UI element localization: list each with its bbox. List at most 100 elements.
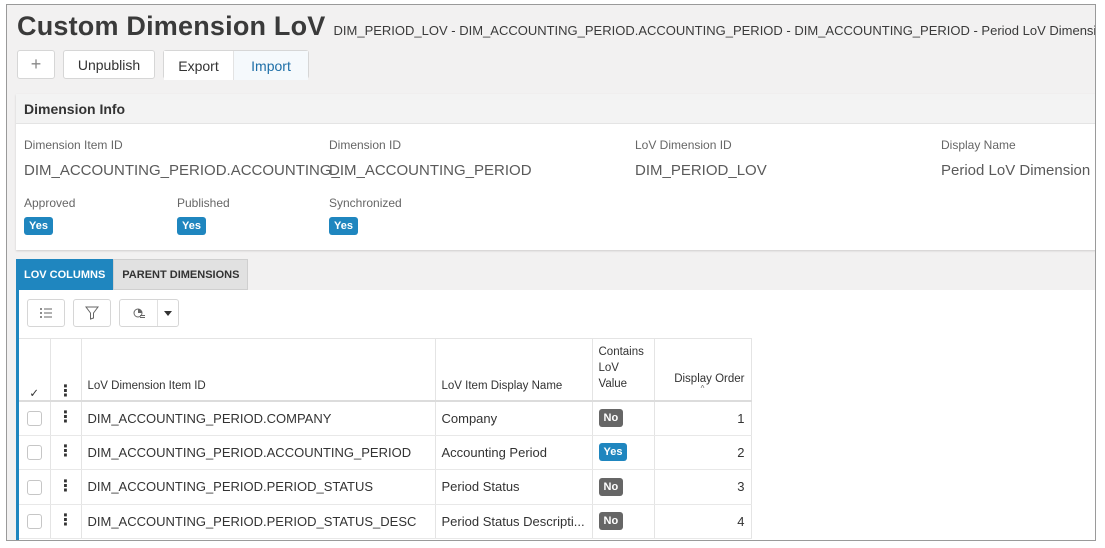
- record-selector[interactable]: DIM_PERIOD_LOV - DIM_ACCOUNTING_PERIOD.A…: [334, 23, 1095, 38]
- row-select-cell: [19, 504, 51, 539]
- page-title: Custom Dimension LoV: [17, 11, 326, 41]
- status-badge: Yes: [598, 443, 628, 462]
- field-display-name: Display Name Period LoV Dimension: [941, 138, 1090, 179]
- flag-label: Published: [177, 196, 230, 210]
- flag-approved: Approved Yes: [24, 196, 75, 235]
- table-row[interactable]: ⋮ DIM_ACCOUNTING_PERIOD.PERIOD_STATUS Pe…: [19, 469, 752, 505]
- table-row[interactable]: ⋮ DIM_ACCOUNTING_PERIOD.COMPANY Company …: [19, 400, 752, 436]
- cell-item-id: DIM_ACCOUNTING_PERIOD.PERIOD_STATUS: [81, 469, 436, 505]
- cell-order: 4: [654, 504, 752, 539]
- group-by-split-button: [119, 299, 179, 327]
- kebab-icon: ⋮: [57, 382, 74, 400]
- export-import-group: Export Import: [163, 50, 309, 80]
- grid-toolbar: [27, 299, 179, 327]
- kebab-icon[interactable]: ⋮: [58, 512, 74, 529]
- header-line: Contains: [598, 345, 644, 358]
- column-header-display-name[interactable]: LoV Item Display Name: [435, 338, 593, 402]
- column-chooser-button[interactable]: [27, 299, 65, 327]
- field-value[interactable]: DIM_ACCOUNTING_PERIOD.ACCOUNTING_...: [24, 162, 352, 179]
- table-row[interactable]: ⋮ DIM_ACCOUNTING_PERIOD.ACCOUNTING_PERIO…: [19, 435, 752, 470]
- column-header-contains-lov-value[interactable]: Contains LoV Value: [592, 338, 655, 402]
- field-value[interactable]: DIM_ACCOUNTING_PERIOD: [329, 162, 532, 179]
- page-header: Custom Dimension LoV DIM_PERIOD_LOV - DI…: [17, 11, 1095, 42]
- export-button[interactable]: Export: [164, 51, 234, 80]
- row-select-cell: [19, 469, 51, 505]
- app-window: Custom Dimension LoV DIM_PERIOD_LOV - DI…: [6, 4, 1096, 541]
- cell-display-name: Company: [435, 400, 593, 436]
- kebab-icon[interactable]: ⋮: [58, 478, 74, 495]
- cell-display-name: Period Status: [435, 469, 593, 505]
- row-checkbox[interactable]: [26, 479, 42, 495]
- sort-ascending-icon: ^: [700, 383, 705, 393]
- cell-item-id: DIM_ACCOUNTING_PERIOD.PERIOD_STATUS_DESC: [81, 504, 436, 539]
- field-label: LoV Dimension ID: [635, 138, 732, 152]
- filter-icon: [85, 306, 99, 320]
- field-label: Dimension Item ID: [24, 138, 123, 152]
- header-line: LoV: [598, 361, 619, 374]
- lov-columns-table: ✓ ⋮ LoV Dimension Item ID LoV Item Displ…: [19, 338, 752, 539]
- row-menu-cell: ⋮: [50, 435, 82, 470]
- field-value: Period LoV Dimension: [941, 162, 1091, 179]
- status-badge: No: [598, 512, 624, 531]
- row-menu-cell: ⋮: [50, 504, 82, 539]
- group-by-icon: [133, 308, 145, 318]
- cell-order: 3: [654, 469, 752, 505]
- cell-item-id: DIM_ACCOUNTING_PERIOD.COMPANY: [81, 400, 436, 436]
- field-value[interactable]: DIM_PERIOD_LOV: [635, 162, 767, 179]
- table-row[interactable]: ⋮ DIM_ACCOUNTING_PERIOD.PERIOD_STATUS_DE…: [19, 504, 752, 539]
- unpublish-button[interactable]: Unpublish: [63, 50, 155, 79]
- kebab-icon[interactable]: ⋮: [58, 409, 74, 426]
- status-badge: Yes: [329, 217, 358, 235]
- command-toolbar: + Unpublish Export Import: [17, 50, 309, 80]
- row-checkbox[interactable]: [26, 411, 42, 427]
- cell-contains: No: [592, 504, 655, 539]
- field-label: Dimension ID: [329, 138, 402, 152]
- header-line: Value: [598, 377, 628, 390]
- lov-columns-panel: ✓ ⋮ LoV Dimension Item ID LoV Item Displ…: [16, 290, 1095, 540]
- group-by-dropdown[interactable]: [158, 300, 178, 326]
- tab-lov-columns[interactable]: LOV COLUMNS: [16, 259, 114, 290]
- row-select-cell: [19, 400, 51, 436]
- cell-contains: No: [592, 469, 655, 505]
- flag-published: Published Yes: [177, 196, 230, 235]
- row-checkbox[interactable]: [26, 514, 42, 530]
- row-menu-cell: ⋮: [50, 400, 82, 436]
- cell-item-id: DIM_ACCOUNTING_PERIOD.ACCOUNTING_PERIOD: [81, 435, 436, 470]
- group-by-button[interactable]: [120, 300, 158, 326]
- header-label: Display Order: [674, 372, 745, 385]
- row-checkbox[interactable]: [26, 445, 42, 461]
- dimension-info-card: Dimension Info Dimension Item ID DIM_ACC…: [16, 94, 1095, 250]
- flag-label: Synchronized: [329, 196, 402, 210]
- flag-label: Approved: [24, 196, 76, 210]
- status-badge: Yes: [177, 217, 206, 235]
- table-header-row: ✓ ⋮ LoV Dimension Item ID LoV Item Displ…: [19, 338, 752, 402]
- filter-button[interactable]: [73, 299, 111, 327]
- status-badge: Yes: [24, 217, 53, 235]
- cell-contains: No: [592, 400, 655, 436]
- flag-synchronized: Synchronized Yes: [329, 196, 402, 235]
- select-all-header[interactable]: ✓: [19, 338, 51, 402]
- tab-parent-dimensions[interactable]: PARENT DIMENSIONS: [113, 259, 249, 290]
- cell-display-name: Period Status Descripti...: [435, 504, 593, 539]
- cell-display-name: Accounting Period: [435, 435, 593, 470]
- field-dimension-item-id: Dimension Item ID DIM_ACCOUNTING_PERIOD.…: [24, 138, 352, 179]
- tab-bar: LOV COLUMNS PARENT DIMENSIONS: [16, 259, 249, 290]
- field-lov-dimension-id: LoV Dimension ID DIM_PERIOD_LOV: [635, 138, 767, 179]
- new-button[interactable]: +: [17, 50, 55, 79]
- import-button[interactable]: Import: [234, 51, 308, 80]
- cell-contains: Yes: [592, 435, 655, 470]
- status-badge: No: [598, 409, 624, 427]
- status-badge: No: [598, 477, 624, 496]
- field-label: Display Name: [941, 138, 1016, 152]
- field-dimension-id: Dimension ID DIM_ACCOUNTING_PERIOD: [329, 138, 532, 179]
- list-icon: [40, 308, 52, 318]
- chevron-down-icon: [164, 310, 172, 316]
- row-select-cell: [19, 435, 51, 470]
- cell-order: 2: [654, 435, 752, 470]
- cell-order: 1: [654, 400, 752, 436]
- header-menu[interactable]: ⋮: [50, 338, 82, 402]
- column-header-display-order[interactable]: Display Order ^: [654, 338, 752, 402]
- dimension-info-heading: Dimension Info: [16, 94, 1095, 124]
- column-header-item-id[interactable]: LoV Dimension Item ID: [81, 338, 436, 402]
- kebab-icon[interactable]: ⋮: [58, 443, 74, 460]
